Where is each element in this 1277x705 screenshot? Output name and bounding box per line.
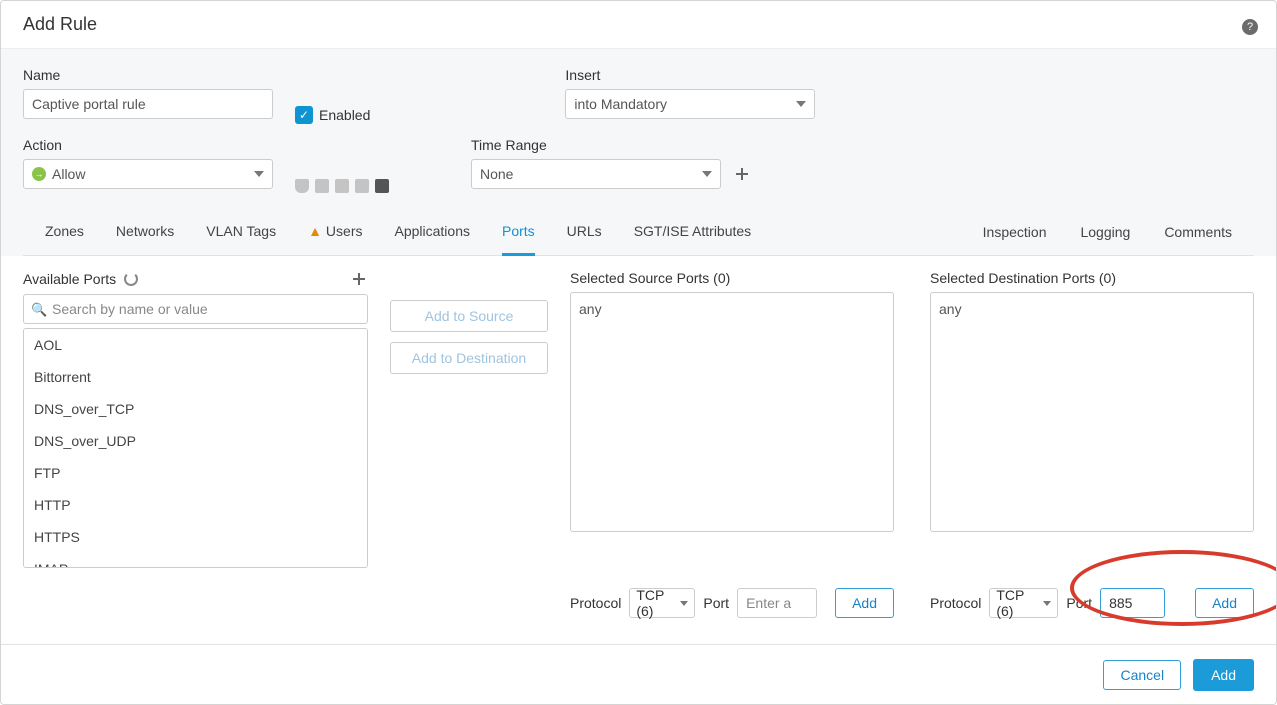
allow-icon: → xyxy=(32,167,46,181)
dst-protocol-label: Protocol xyxy=(930,595,981,611)
tab-inspection[interactable]: Inspection xyxy=(983,224,1047,254)
chevron-down-icon xyxy=(1043,601,1051,606)
tabs-right: Inspection Logging Comments xyxy=(983,224,1232,254)
tab-sgt-ise-attributes[interactable]: SGT/ISE Attributes xyxy=(634,223,752,255)
tab-networks[interactable]: Networks xyxy=(116,223,174,255)
tab-zones[interactable]: Zones xyxy=(45,223,84,255)
action-value: Allow xyxy=(52,166,85,182)
add-to-destination-button[interactable]: Add to Destination xyxy=(390,342,548,374)
add-to-source-button[interactable]: Add to Source xyxy=(390,300,548,332)
modal-footer: Cancel Add xyxy=(1,644,1276,704)
dst-port-label: Port xyxy=(1066,595,1092,611)
chevron-down-icon xyxy=(702,171,712,177)
action-select[interactable]: → Allow xyxy=(23,159,273,189)
modal-header: Add Rule ? xyxy=(1,1,1276,49)
chevron-down-icon xyxy=(680,601,688,606)
tabs-left: Zones Networks VLAN Tags ▲Users Applications… xyxy=(45,223,751,255)
selected-dest-title: Selected Destination Ports (0) xyxy=(930,270,1254,286)
enabled-checkbox[interactable]: ✓ xyxy=(295,106,313,124)
log-icon xyxy=(375,179,389,193)
selected-source-value: any xyxy=(579,301,602,317)
selected-dest-box[interactable]: any xyxy=(930,292,1254,532)
list-item[interactable]: DNS_over_UDP xyxy=(24,425,367,457)
ports-panel: Available Ports 🔍 AOLBittorrentDNS_over_… xyxy=(1,256,1276,618)
selected-dest-value: any xyxy=(939,301,962,317)
list-item[interactable]: AOL xyxy=(24,329,367,361)
list-item[interactable]: DNS_over_TCP xyxy=(24,393,367,425)
modal-title: Add Rule xyxy=(23,14,97,35)
available-search-input[interactable] xyxy=(23,294,368,324)
insert-select[interactable]: into Mandatory xyxy=(565,89,815,119)
chevron-down-icon xyxy=(796,101,806,107)
cancel-button[interactable]: Cancel xyxy=(1103,660,1181,690)
insert-label: Insert xyxy=(565,67,815,83)
lock-icon xyxy=(335,179,349,193)
list-item[interactable]: IMAP xyxy=(24,553,367,568)
add-port-button[interactable] xyxy=(350,270,368,288)
available-ports-list[interactable]: AOLBittorrentDNS_over_TCPDNS_over_UDPFTP… xyxy=(23,328,368,568)
tabs: Zones Networks VLAN Tags ▲Users Applications… xyxy=(23,207,1254,256)
add-button[interactable]: Add xyxy=(1193,659,1254,691)
tab-users[interactable]: ▲Users xyxy=(308,223,362,255)
enabled-label: Enabled xyxy=(319,107,370,123)
dst-add-button[interactable]: Add xyxy=(1195,588,1254,618)
picture-icon xyxy=(355,179,369,193)
tab-urls[interactable]: URLs xyxy=(567,223,602,255)
file-icon xyxy=(315,179,329,193)
name-input[interactable] xyxy=(23,89,273,119)
src-protocol-select[interactable]: TCP (6) xyxy=(629,588,695,618)
tab-applications[interactable]: Applications xyxy=(394,223,470,255)
form-area: Name ✓ Enabled Insert into Mandatory Act… xyxy=(1,49,1276,256)
list-item[interactable]: Bittorrent xyxy=(24,361,367,393)
list-item[interactable]: FTP xyxy=(24,457,367,489)
insert-value: into Mandatory xyxy=(574,96,667,112)
help-icon[interactable]: ? xyxy=(1242,19,1258,35)
tab-logging[interactable]: Logging xyxy=(1080,224,1130,254)
warning-icon: ▲ xyxy=(308,223,322,239)
add-timerange-button[interactable] xyxy=(733,165,751,183)
available-ports-title: Available Ports xyxy=(23,271,116,287)
timerange-select[interactable]: None xyxy=(471,159,721,189)
tab-comments[interactable]: Comments xyxy=(1164,224,1232,254)
tab-ports[interactable]: Ports xyxy=(502,223,535,256)
chevron-down-icon xyxy=(254,171,264,177)
search-icon: 🔍 xyxy=(31,302,47,318)
add-rule-modal: Add Rule ? Name ✓ Enabled Insert into Ma… xyxy=(0,0,1277,705)
shield-icon xyxy=(295,179,309,193)
timerange-value: None xyxy=(480,166,513,182)
selected-source-title: Selected Source Ports (0) xyxy=(570,270,894,286)
timerange-label: Time Range xyxy=(471,137,751,153)
name-label: Name xyxy=(23,67,273,83)
src-protocol-label: Protocol xyxy=(570,595,621,611)
src-port-label: Port xyxy=(703,595,729,611)
selected-source-box[interactable]: any xyxy=(570,292,894,532)
dst-port-input[interactable] xyxy=(1100,588,1165,618)
dst-protocol-select[interactable]: TCP (6) xyxy=(989,588,1058,618)
refresh-icon[interactable] xyxy=(124,272,138,286)
list-item[interactable]: HTTPS xyxy=(24,521,367,553)
src-add-button[interactable]: Add xyxy=(835,588,894,618)
list-item[interactable]: HTTP xyxy=(24,489,367,521)
tab-vlan-tags[interactable]: VLAN Tags xyxy=(206,223,276,255)
src-port-input[interactable] xyxy=(737,588,817,618)
action-label: Action xyxy=(23,137,273,153)
